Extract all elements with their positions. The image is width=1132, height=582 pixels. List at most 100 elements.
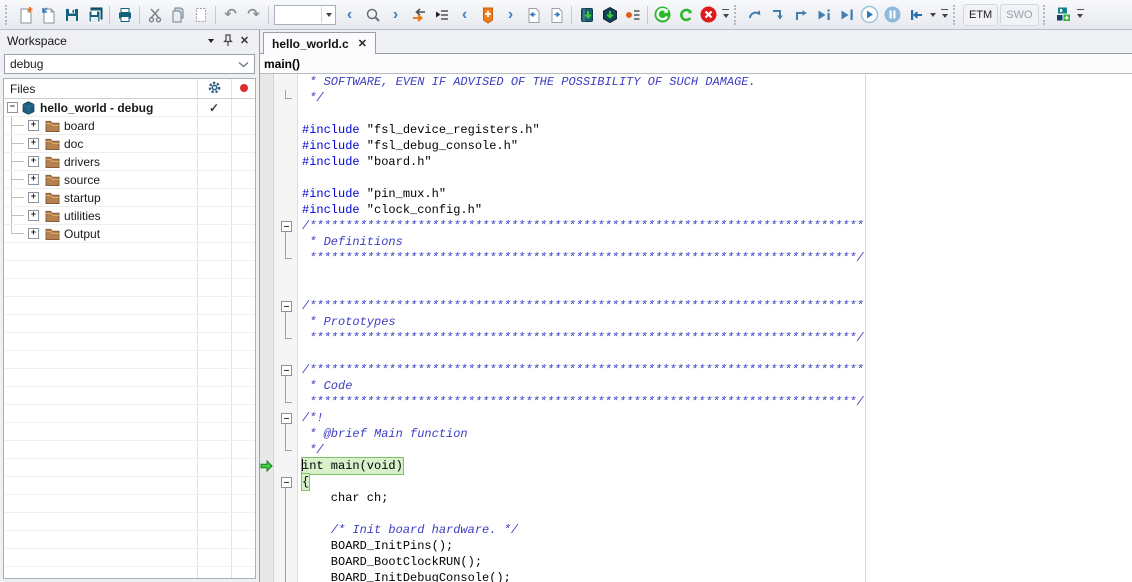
breakpoint-margin[interactable] [260, 298, 274, 314]
breakpoint-margin[interactable] [260, 106, 274, 122]
code-line[interactable]: BOARD_BootClockRUN(); [260, 554, 1132, 570]
next-bookmark-button[interactable]: › [499, 4, 522, 26]
fold-margin[interactable] [274, 298, 298, 314]
breakpoint-margin[interactable] [260, 394, 274, 410]
breakpoint-margin[interactable] [260, 138, 274, 154]
fold-margin[interactable] [274, 330, 298, 346]
breakpoint-margin[interactable] [260, 522, 274, 538]
breakpoint-margin[interactable] [260, 426, 274, 442]
print-button[interactable] [113, 4, 136, 26]
step-over-button[interactable] [766, 4, 789, 26]
next-statement-button[interactable] [812, 4, 835, 26]
collapse-icon[interactable]: − [7, 102, 18, 113]
fold-margin[interactable] [274, 266, 298, 282]
code-line[interactable]: * Prototypes [260, 314, 1132, 330]
download-and-debug-button[interactable] [575, 4, 598, 26]
make-button[interactable] [651, 4, 674, 26]
code-line[interactable]: int main(void) [260, 458, 1132, 474]
fold-margin[interactable] [274, 394, 298, 410]
code-line[interactable] [260, 266, 1132, 282]
fold-margin[interactable] [274, 186, 298, 202]
breakpoint-margin[interactable] [260, 314, 274, 330]
breakpoint-margin[interactable] [260, 378, 274, 394]
fold-margin[interactable] [274, 474, 298, 490]
breakpoint-margin[interactable] [260, 554, 274, 570]
panel-menu-button[interactable] [202, 33, 219, 49]
toolbar-grip[interactable] [734, 5, 739, 25]
fold-margin[interactable] [274, 570, 298, 582]
fold-margin[interactable] [274, 442, 298, 458]
code-line[interactable]: #include "fsl_device_registers.h" [260, 122, 1132, 138]
expand-icon[interactable]: + [28, 228, 39, 239]
fold-margin[interactable] [274, 458, 298, 474]
breakpoint-margin[interactable] [260, 410, 274, 426]
code-line[interactable] [260, 346, 1132, 362]
open-document-button[interactable] [37, 4, 60, 26]
undo-button[interactable]: ↶ [219, 4, 242, 26]
find-button[interactable] [361, 4, 384, 26]
debug-options-dropdown[interactable] [927, 4, 939, 26]
trace-save-button[interactable] [1052, 4, 1075, 26]
reset-button[interactable] [743, 4, 766, 26]
fold-margin[interactable] [274, 314, 298, 330]
code-line[interactable]: #include "pin_mux.h" [260, 186, 1132, 202]
code-line[interactable]: BOARD_InitDebugConsole(); [260, 570, 1132, 582]
expand-icon[interactable]: + [28, 138, 39, 149]
fold-margin[interactable] [274, 538, 298, 554]
tab-close-icon[interactable]: ✕ [358, 37, 367, 50]
toolbar-overflow-button[interactable] [1077, 9, 1084, 21]
code-line[interactable]: /* Init board hardware. */ [260, 522, 1132, 538]
run-to-cursor-button[interactable] [835, 4, 858, 26]
stop-debugging-button[interactable] [904, 4, 927, 26]
copy-button[interactable] [166, 4, 189, 26]
panel-pin-button[interactable] [219, 33, 236, 49]
breakpoint-margin[interactable] [260, 362, 274, 378]
toolbar-grip[interactable] [5, 5, 10, 25]
fold-collapse-icon[interactable] [281, 413, 292, 424]
expand-icon[interactable]: + [28, 120, 39, 131]
toolbar-grip[interactable] [1043, 5, 1048, 25]
code-line[interactable]: ****************************************… [260, 330, 1132, 346]
code-line[interactable]: ****************************************… [260, 394, 1132, 410]
code-line[interactable] [260, 170, 1132, 186]
bookmark-list-button[interactable] [430, 4, 453, 26]
navigate-swap-button[interactable] [407, 4, 430, 26]
paste-button[interactable] [189, 4, 212, 26]
code-line[interactable]: * SOFTWARE, EVEN IF ADVISED OF THE POSSI… [260, 74, 1132, 90]
breakpoint-margin[interactable] [260, 538, 274, 554]
breakpoint-margin[interactable] [260, 346, 274, 362]
fold-margin[interactable] [274, 410, 298, 426]
breakpoint-margin[interactable] [260, 266, 274, 282]
fold-margin[interactable] [274, 218, 298, 234]
fold-margin[interactable] [274, 506, 298, 522]
fold-margin[interactable] [274, 234, 298, 250]
tree-item-drivers[interactable]: +drivers [4, 153, 255, 171]
code-line[interactable]: /*! [260, 410, 1132, 426]
breakpoint-margin[interactable] [260, 490, 274, 506]
code-line[interactable]: * @brief Main function [260, 426, 1132, 442]
breakpoint-margin[interactable] [260, 122, 274, 138]
fold-margin[interactable] [274, 362, 298, 378]
fold-margin[interactable] [274, 138, 298, 154]
toolbar-overflow-button[interactable] [941, 9, 948, 21]
fold-margin[interactable] [274, 490, 298, 506]
fold-collapse-icon[interactable] [281, 477, 292, 488]
code-line[interactable]: BOARD_InitPins(); [260, 538, 1132, 554]
code-editor[interactable]: * SOFTWARE, EVEN IF ADVISED OF THE POSSI… [260, 74, 1132, 582]
breakpoint-margin[interactable] [260, 186, 274, 202]
expand-icon[interactable]: + [28, 174, 39, 185]
fold-margin[interactable] [274, 74, 298, 90]
code-line[interactable]: #include "fsl_debug_console.h" [260, 138, 1132, 154]
fold-margin[interactable] [274, 346, 298, 362]
search-combo-dropdown[interactable] [321, 7, 335, 23]
tree-item-output[interactable]: +Output [4, 225, 255, 243]
fold-margin[interactable] [274, 90, 298, 106]
find-previous-button[interactable]: ‹ [338, 4, 361, 26]
fold-margin[interactable] [274, 426, 298, 442]
fold-margin[interactable] [274, 202, 298, 218]
workspace-title-bar[interactable]: Workspace ✕ [0, 30, 259, 51]
code-line[interactable]: /***************************************… [260, 218, 1132, 234]
expand-icon[interactable]: + [28, 156, 39, 167]
breakpoint-margin[interactable] [260, 474, 274, 490]
break-button[interactable] [881, 4, 904, 26]
